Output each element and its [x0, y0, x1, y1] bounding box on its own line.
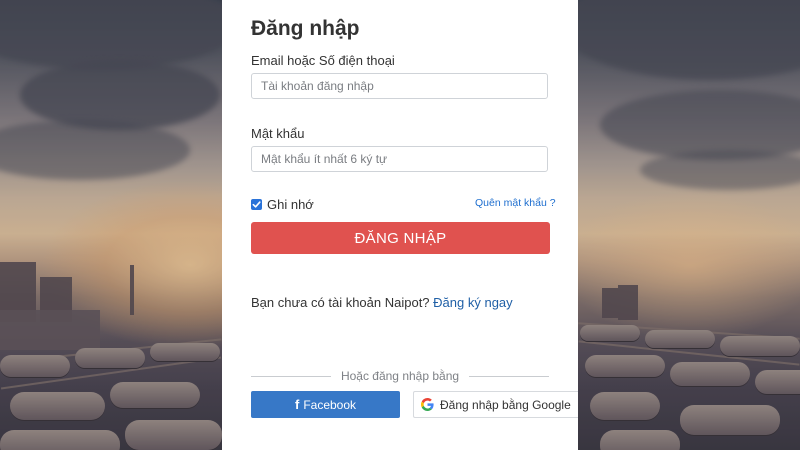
signup-prompt-text: Bạn chưa có tài khoản Naipot?: [251, 295, 430, 310]
google-label: Đăng nhập bằng Google: [440, 397, 571, 412]
password-input[interactable]: [251, 146, 548, 172]
google-icon: [421, 398, 434, 411]
remember-label: Ghi nhớ: [267, 197, 314, 212]
alt-login-divider: Hoặc đăng nhập bằng: [251, 369, 549, 385]
email-label: Email hoặc Số điện thoại: [251, 53, 395, 68]
google-login-button[interactable]: Đăng nhập bằng Google: [413, 391, 578, 418]
signup-link[interactable]: Đăng ký ngay: [433, 295, 513, 310]
login-title: Đăng nhập: [251, 17, 360, 40]
forgot-password-link[interactable]: Quên mật khẩu ?: [475, 197, 556, 209]
remember-checkbox[interactable]: [251, 199, 262, 210]
email-input[interactable]: [251, 73, 548, 99]
password-label: Mật khẩu: [251, 126, 305, 141]
check-icon: [252, 201, 261, 208]
facebook-login-button[interactable]: f Facebook: [251, 391, 400, 418]
facebook-label: Facebook: [303, 397, 357, 412]
login-button[interactable]: ĐĂNG NHẬP: [251, 222, 550, 254]
facebook-icon: f: [294, 397, 300, 412]
login-card: Đăng nhập Email hoặc Số điện thoại Mật k…: [222, 0, 578, 450]
signup-prompt: Bạn chưa có tài khoản Naipot? Đăng ký ng…: [251, 295, 513, 310]
alt-login-text: Hoặc đăng nhập bằng: [340, 369, 460, 383]
remember-me[interactable]: Ghi nhớ: [251, 197, 314, 212]
